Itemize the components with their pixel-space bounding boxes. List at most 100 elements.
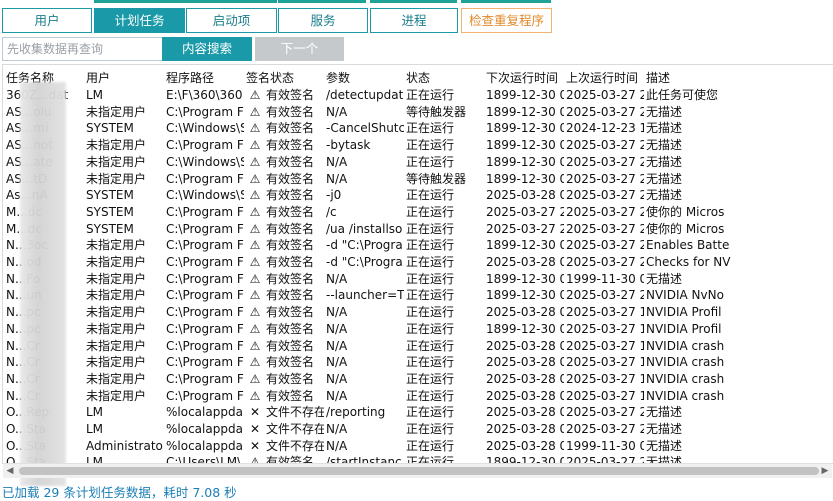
cell-description: NVIDIA NvNo: [646, 288, 724, 303]
table-row[interactable]: AS...tD未指定用户C:\Program F⚠有效签名N/A等待触发器189…: [3, 171, 833, 188]
cell-next-run: 1899-12-30 0: [486, 121, 564, 136]
warning-icon: ⚠: [249, 88, 261, 102]
cell-description: 使你的 Micros: [646, 221, 725, 236]
cell-description: 此任务可使您: [646, 88, 719, 102]
cell-user: SYSTEM: [86, 204, 134, 219]
tab-startup[interactable]: 启动项: [186, 8, 277, 33]
horizontal-scrollbar[interactable]: ◀ ▶: [3, 463, 832, 478]
cell-user: SYSTEM: [86, 221, 134, 236]
search-input[interactable]: [2, 37, 163, 61]
scroll-left-icon[interactable]: ◀: [3, 464, 17, 478]
col-user[interactable]: 用户: [86, 69, 110, 86]
table-row[interactable]: AS...miSYSTEMC:\Windows\S⚠有效签名-CancelShu…: [3, 120, 833, 137]
task-table[interactable]: 任务名称 用户 程序路径 签名状态 参数 状态 下次运行时间 上次运行时间 描述…: [2, 64, 833, 464]
table-row[interactable]: AS...not未指定用户C:\Program F⚠有效签名-bytask正在运…: [3, 137, 833, 154]
cell-signature-text: 有效签名: [266, 321, 315, 336]
scrollbar-thumb[interactable]: [19, 467, 819, 475]
table-row[interactable]: As...nASYSTEMC:\Windows\S⚠有效签名-j0正在运行202…: [3, 187, 833, 204]
cell-description: 使你的 Micros: [646, 204, 725, 219]
cell-next-run: 2025-03-28 0: [486, 305, 564, 320]
cell-user: 未指定用户: [86, 288, 147, 303]
cell-arguments: -bytask: [326, 138, 371, 153]
cell-next-run: 1899-12-30 0: [486, 154, 564, 169]
tab-users[interactable]: 用户: [2, 8, 92, 33]
cell-status: 正在运行: [406, 355, 455, 370]
table-row[interactable]: N...pc未指定用户C:\Program F⚠有效签名N/A正在运行1899-…: [3, 321, 833, 338]
col-arguments[interactable]: 参数: [326, 69, 350, 86]
cell-user: SYSTEM: [86, 188, 134, 203]
table-row[interactable]: N...Cr未指定用户C:\Program F⚠有效签名N/A正在运行2025-…: [3, 354, 833, 371]
cell-arguments: N/A: [326, 371, 348, 386]
warning-icon: ⚠: [249, 171, 261, 186]
table-row[interactable]: O...RepLM%localappda✕文件不存在/reporting正在运行…: [3, 404, 833, 421]
warning-icon: ⚠: [249, 188, 261, 203]
table-row[interactable]: N...Cr未指定用户C:\Program F⚠有效签名N/A正在运行2025-…: [3, 388, 833, 405]
cell-program-path: E:\F\360\360: [166, 88, 243, 102]
cell-status: 正在运行: [406, 371, 455, 386]
cell-description: NVIDIA crash: [646, 338, 725, 353]
cell-signature-text: 有效签名: [266, 388, 315, 403]
cell-next-run: 2025-03-28 0: [486, 355, 564, 370]
cell-description: 无描述: [646, 104, 683, 119]
table-row[interactable]: M...dcSYSTEMC:\Program F⚠有效签名/c正在运行2025-…: [3, 204, 833, 221]
cell-description: 无描述: [646, 138, 683, 153]
col-status[interactable]: 状态: [406, 69, 430, 86]
cell-signature-text: 有效签名: [266, 288, 315, 303]
cell-next-run: 2025-03-28 0: [486, 422, 564, 436]
col-last-run[interactable]: 上次运行时间: [566, 69, 638, 86]
cell-signature-text: 有效签名: [266, 305, 315, 320]
table-row[interactable]: O...StaAdministrato%localappda✕文件不存在N/A正…: [3, 438, 833, 455]
cell-program-path: %localappda: [166, 422, 243, 436]
table-row[interactable]: N...pc未指定用户C:\Program F⚠有效签名N/A正在运行2025-…: [3, 304, 833, 321]
warning-icon: ⚠: [249, 154, 261, 169]
col-description[interactable]: 描述: [646, 69, 670, 86]
cell-description: Checks for NV: [646, 255, 731, 269]
cell-status: 等待触发器: [406, 171, 467, 186]
col-program-path[interactable]: 程序路径: [166, 69, 214, 86]
cell-arguments: /reporting: [326, 405, 386, 420]
content-search-button[interactable]: 内容搜索: [162, 37, 252, 61]
table-row[interactable]: N...od未指定用户C:\Program F⚠有效签名-d "C:\Progr…: [3, 254, 833, 271]
tab-services[interactable]: 服务: [278, 8, 368, 33]
table-row[interactable]: N...Fo未指定用户C:\Program F⚠有效签名N/A正在运行1899-…: [3, 271, 833, 288]
table-row[interactable]: N...Cr未指定用户C:\Program F⚠有效签名N/A正在运行2025-…: [3, 338, 833, 355]
tab-check-duplicates[interactable]: 检查重复程序: [461, 8, 552, 33]
warning-icon: ⚠: [249, 238, 261, 253]
cell-program-path: C:\Program F: [166, 371, 244, 386]
col-signature[interactable]: 签名状态: [246, 69, 294, 86]
warning-icon: ⚠: [249, 255, 261, 269]
cell-next-run: 2025-03-27 2: [486, 204, 564, 219]
cell-user: LM: [86, 88, 104, 102]
table-row[interactable]: M...dcSYSTEMC:\Program F⚠有效签名/ua /instal…: [3, 221, 833, 238]
tab-processes[interactable]: 进程: [370, 8, 458, 33]
cell-arguments: /detectupdat: [326, 88, 404, 102]
cell-arguments: N/A: [326, 355, 348, 370]
cell-next-run: 2025-03-28 0: [486, 188, 564, 203]
cell-status: 正在运行: [406, 88, 455, 102]
cell-user: 未指定用户: [86, 321, 147, 336]
next-button[interactable]: 下一个: [255, 37, 344, 61]
table-row[interactable]: N...Cr未指定用户C:\Program F⚠有效签名N/A正在运行2025-…: [3, 371, 833, 388]
table-row[interactable]: N...3oc未指定用户C:\Program F⚠有效签名-d "C:\Prog…: [3, 237, 833, 254]
table-row[interactable]: AS...ate未指定用户C:\Windows\S⚠有效签名N/A正在运行189…: [3, 154, 833, 171]
cell-description: 无描述: [646, 154, 683, 169]
cell-signature-text: 有效签名: [266, 221, 315, 236]
table-row[interactable]: O...StaLM%localappda✕文件不存在N/A正在运行2025-03…: [3, 421, 833, 438]
cell-user: 未指定用户: [86, 104, 147, 119]
cell-arguments: N/A: [326, 321, 348, 336]
cell-status: 正在运行: [406, 305, 455, 320]
table-row[interactable]: N...un未指定用户C:\Program F⚠有效签名--launcher=T…: [3, 287, 833, 304]
cell-status: 正在运行: [406, 154, 455, 169]
warning-icon: ⚠: [249, 388, 261, 403]
scroll-right-icon[interactable]: ▶: [818, 464, 832, 478]
cell-description: 无描述: [646, 121, 683, 136]
cell-signature-text: 有效签名: [266, 138, 315, 153]
tab-scheduled-tasks[interactable]: 计划任务: [94, 8, 185, 33]
table-row[interactable]: AS...olu未指定用户C:\Program F⚠有效签名N/A等待触发器18…: [3, 104, 833, 121]
cell-next-run: 2025-03-28 0: [486, 438, 564, 453]
col-next-run[interactable]: 下次运行时间: [486, 69, 558, 86]
table-row[interactable]: 360Z...datLME:\F\360\360⚠有效签名/detectupda…: [3, 87, 833, 104]
cell-next-run: 2025-03-27 2: [486, 221, 564, 236]
cell-arguments: N/A: [326, 422, 348, 436]
cell-program-path: C:\Program F: [166, 104, 244, 119]
